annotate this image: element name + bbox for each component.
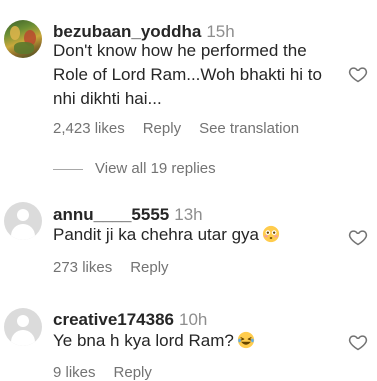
avatar[interactable] <box>4 308 42 346</box>
likes-count[interactable]: 9 likes <box>53 364 96 381</box>
reply-button[interactable]: Reply <box>130 259 168 276</box>
avatar[interactable] <box>4 202 42 240</box>
username-text[interactable]: annu____5555 <box>53 205 169 224</box>
heart-icon[interactable] <box>348 227 368 247</box>
laughing-face-icon <box>237 331 254 349</box>
likes-count[interactable]: 273 likes <box>53 259 112 276</box>
comment-username[interactable]: annu____5555 13h <box>53 205 203 225</box>
divider-line <box>53 168 83 170</box>
comment-meta: 273 likes Reply <box>53 259 187 276</box>
likes-count[interactable]: 2,423 likes <box>53 120 125 137</box>
heart-icon[interactable] <box>348 64 368 84</box>
view-replies-button[interactable]: View all 19 replies <box>53 160 216 182</box>
comment-text: Ye bna h kya lord Ram? <box>53 329 343 353</box>
view-replies-label[interactable]: View all 19 replies <box>95 160 216 177</box>
heart-icon[interactable] <box>348 332 368 352</box>
comment-meta: 9 likes Reply <box>53 364 170 381</box>
comment-time: 10h <box>179 310 208 329</box>
username-text[interactable]: creative174386 <box>53 310 174 329</box>
comment-text-content: Pandit ji ka chehra utar gya <box>53 225 260 244</box>
comment-text-content: Ye bna h kya lord Ram? <box>53 331 234 350</box>
comment-meta: 2,423 likes Reply See translation <box>53 120 317 137</box>
see-translation-button[interactable]: See translation <box>199 120 299 137</box>
avatar[interactable] <box>4 20 42 58</box>
comment-text: Don't know how he performed the Role of … <box>53 41 322 108</box>
reply-button[interactable]: Reply <box>143 120 181 137</box>
comment-username[interactable]: creative174386 10h <box>53 310 207 330</box>
reply-button[interactable]: Reply <box>114 364 152 381</box>
comment-text: Pandit ji ka chehra utar gya <box>53 223 343 247</box>
comment-time: 13h <box>174 205 203 224</box>
flushed-face-icon <box>262 225 280 243</box>
